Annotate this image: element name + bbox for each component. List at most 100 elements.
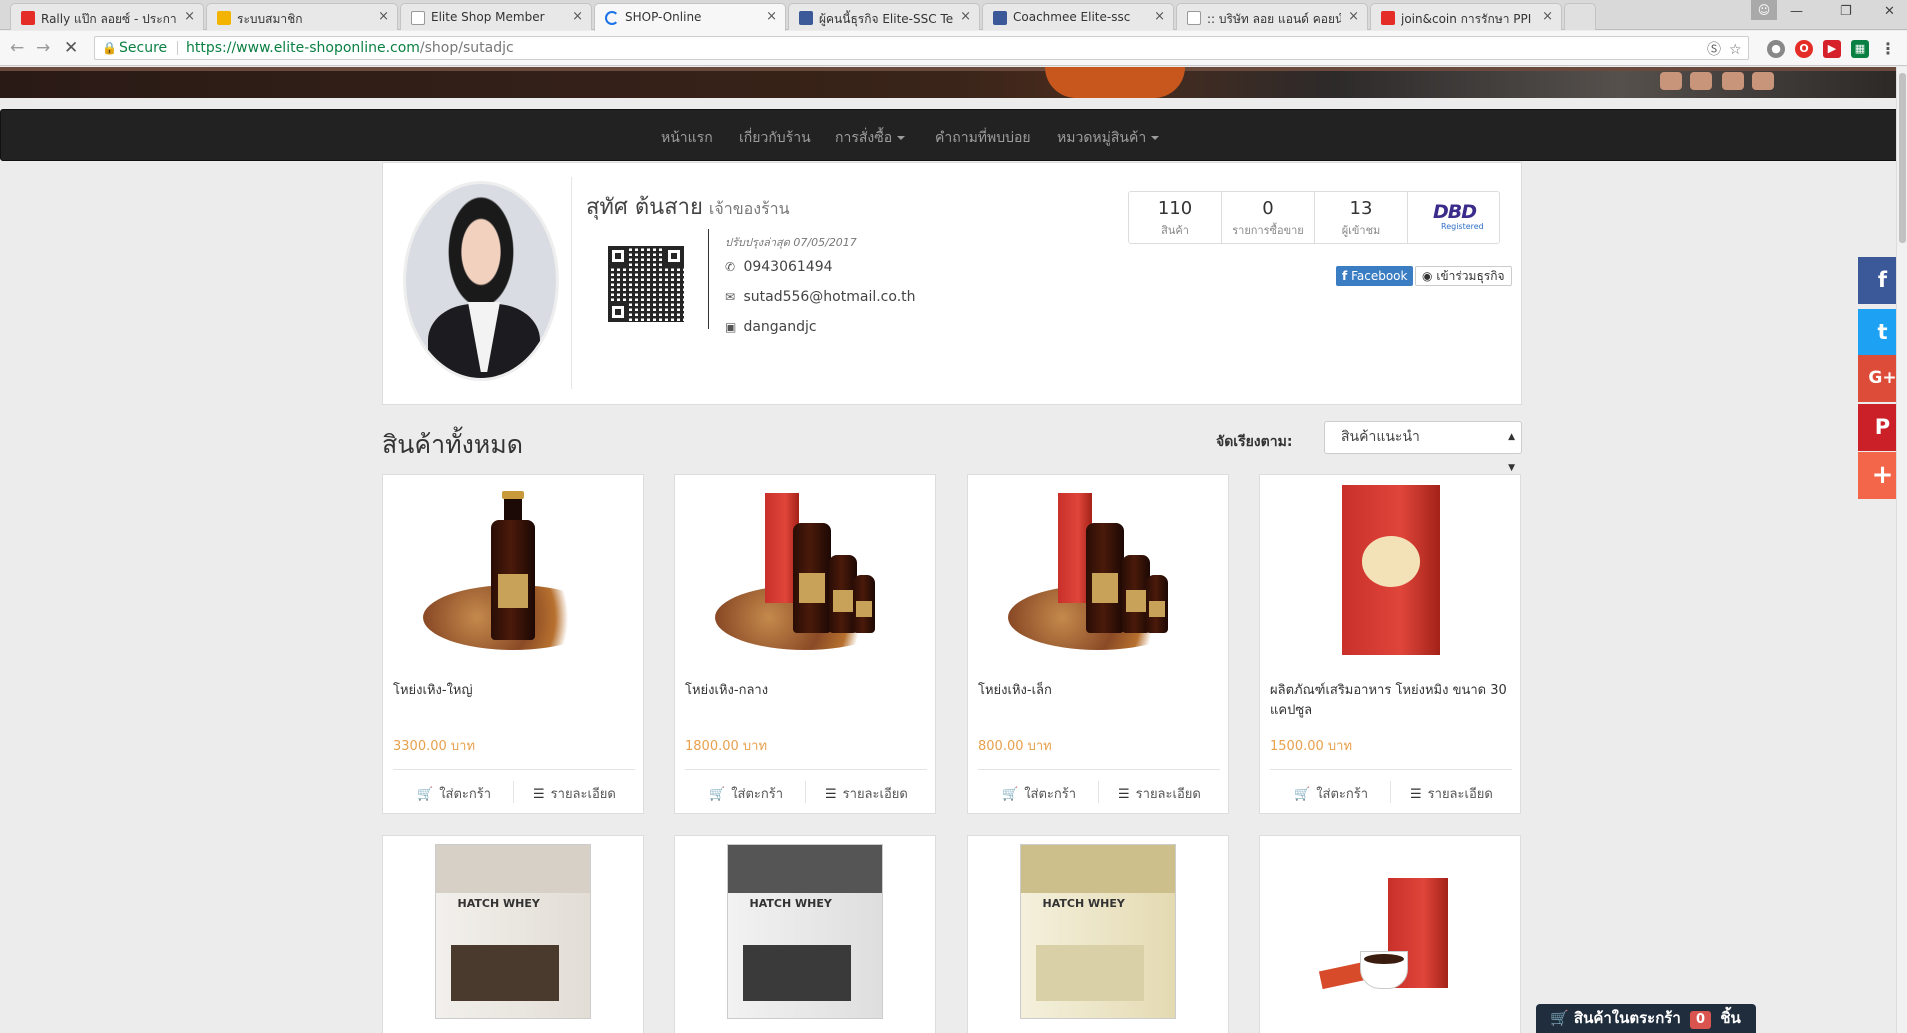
nav-ordering[interactable]: การสั่งซื้อ (835, 127, 906, 149)
nav-categories[interactable]: หมวดหมู่สินค้า (1057, 127, 1160, 149)
details-button[interactable]: ☰ รายละเอียด (533, 783, 616, 804)
card-divider (685, 769, 927, 770)
facebook-icon: f (1342, 269, 1348, 283)
product-image[interactable]: HATCH WHEY (383, 836, 643, 1026)
qr-finder (664, 246, 684, 266)
close-icon[interactable]: × (766, 9, 777, 24)
nav-ordering-label: การสั่งซื้อ (835, 130, 893, 146)
product-card[interactable]: โหย่งเหิง-เล็ก 800.00 บาท 🛒 ใส่ตะกร้า ☰ รา… (967, 474, 1229, 814)
forward-icon[interactable]: → (36, 38, 50, 58)
product-card[interactable]: โหย่งเหิง-กลาง 1800.00 บาท 🛒 ใส่ตะกร้า ☰ ร… (674, 474, 936, 814)
browser-tab[interactable]: join&coin การรักษา PPI คือ × (1370, 3, 1562, 30)
product-image[interactable] (383, 475, 643, 665)
details-button[interactable]: ☰ รายละเอียด (825, 783, 908, 804)
product-card[interactable] (1259, 835, 1521, 1033)
nav-categories-label: หมวดหมู่สินค้า (1057, 130, 1147, 146)
owner-name: สุทัศ ต้นสาย เจ้าของร้าน (586, 189, 790, 224)
join-business-button[interactable]: ◉ เข้าร่วมธุรกิจ (1415, 266, 1512, 286)
product-card[interactable]: HATCH WHEY (967, 835, 1229, 1033)
close-icon[interactable]: × (1154, 9, 1165, 24)
close-icon[interactable]: × (184, 9, 195, 24)
product-name[interactable]: โหย่งเหิง-ใหญ่ (393, 681, 635, 701)
url-input[interactable]: 🔒 Secure https://www.elite-shoponline.co… (94, 36, 1749, 60)
nav-about[interactable]: เกี่ยวกับร้าน (739, 127, 811, 149)
add-to-cart-button[interactable]: 🛒 ใส่ตะกร้า (417, 783, 491, 804)
product-card[interactable]: ผลิตภัณฑ์เสริมอาหาร โหย่งหมิง ขนาด 30 แค… (1259, 474, 1521, 814)
floating-cart[interactable]: 🛒 สินค้าในตระกร้า 0 ชิ้น (1536, 1004, 1756, 1033)
close-icon[interactable]: × (1348, 9, 1359, 24)
close-icon[interactable]: × (960, 9, 971, 24)
product-name[interactable]: โหย่งเหิง-กลาง (685, 681, 927, 701)
product-image[interactable]: HATCH WHEY (968, 836, 1228, 1026)
translate-icon[interactable]: Ⓢ (1707, 39, 1721, 61)
nav-faq[interactable]: คำถามที่พบบ่อย (935, 127, 1031, 149)
product-art-box: HATCH WHEY (435, 844, 591, 1019)
profile-icon[interactable]: ☺ (1751, 0, 1777, 20)
product-name[interactable]: ผลิตภัณฑ์เสริมอาหาร โหย่งหมิง ขนาด 30 แค… (1270, 681, 1512, 721)
owner-role: เจ้าของร้าน (708, 199, 790, 218)
page-icon (411, 11, 425, 25)
stop-icon[interactable]: ✕ (64, 38, 78, 58)
section-title: สินค้าทั้งหมด (382, 430, 523, 459)
product-name[interactable]: โหย่งเหิง-เล็ก (978, 681, 1220, 701)
box-top (728, 845, 882, 894)
window-close-icon[interactable]: ✕ (1884, 4, 1895, 19)
facebook-button[interactable]: f Facebook (1336, 266, 1414, 286)
back-icon[interactable]: ← (10, 38, 24, 58)
new-tab-button[interactable] (1564, 3, 1596, 30)
banner-product-art (1660, 72, 1682, 90)
product-card[interactable]: โหย่งเหิง-ใหญ่ 3300.00 บาท 🛒 ใส่ตะกร้า ☰ ร… (382, 474, 644, 814)
details-button[interactable]: ☰ รายละเอียด (1118, 783, 1201, 804)
browser-tab[interactable]: ผู้คนนี้ธุรกิจ Elite-SSC Team × (788, 3, 980, 30)
product-image[interactable] (1260, 475, 1520, 665)
contact-phone: ✆ 0943061494 (725, 259, 833, 275)
product-image[interactable] (968, 475, 1228, 665)
nav-home[interactable]: หน้าแรก (661, 127, 713, 149)
browser-tab[interactable]: Coachmee Elite-ssc × (982, 3, 1174, 30)
tab-label: ผู้คนนี้ธุรกิจ Elite-SSC Team (819, 12, 953, 26)
add-to-cart-button[interactable]: 🛒 ใส่ตะกร้า (1002, 783, 1076, 804)
details-label: รายละเอียด (1135, 787, 1201, 802)
email-address[interactable]: sutad556@hotmail.co.th (743, 289, 915, 305)
product-price: 1500.00 บาท (1270, 739, 1353, 754)
browser-tab[interactable]: :: บริษัท ลอย แอนด์ คอยน์ ดอ × (1176, 3, 1368, 30)
product-card[interactable]: HATCH WHEY (674, 835, 936, 1033)
close-icon[interactable]: × (378, 9, 389, 24)
product-image[interactable]: HATCH WHEY (675, 836, 935, 1026)
browser-tab[interactable]: ระบบสมาชิก × (206, 3, 398, 30)
dbd-logo: DBD (1432, 201, 1477, 223)
add-to-cart-button[interactable]: 🛒 ใส่ตะกร้า (1294, 783, 1368, 804)
minimize-icon[interactable]: — (1790, 4, 1803, 19)
divider (571, 177, 572, 389)
button-divider (1098, 781, 1099, 803)
opera-icon[interactable]: O (1795, 40, 1813, 58)
add-to-cart-label: ใส่ตะกร้า (439, 787, 492, 802)
browser-tab-active[interactable]: SHOP-Online × (594, 3, 786, 31)
bookmark-star-icon[interactable]: ☆ (1729, 39, 1742, 61)
product-image[interactable] (675, 475, 935, 665)
grid-extension-icon[interactable]: ▦ (1851, 40, 1869, 58)
details-button[interactable]: ☰ รายละเอียด (1410, 783, 1493, 804)
scrollbar-thumb[interactable] (1899, 73, 1906, 243)
sort-select[interactable]: สินค้าแนะนำ ▲ ▼ (1324, 421, 1522, 473)
avatar (403, 181, 559, 381)
browser-tab[interactable]: Elite Shop Member × (400, 3, 592, 30)
close-icon[interactable]: × (572, 9, 583, 24)
add-to-cart-button[interactable]: 🛒 ใส่ตะกร้า (709, 783, 783, 804)
url-text: https://www.elite-shoponline.com/shop/su… (186, 37, 514, 59)
tab-label: Elite Shop Member (431, 10, 545, 24)
page-scrollbar[interactable] (1896, 67, 1907, 1033)
product-card[interactable]: HATCH WHEY (382, 835, 644, 1033)
product-image[interactable] (1260, 836, 1520, 1026)
list-icon: ☰ (1118, 787, 1130, 802)
list-icon: ☰ (1410, 787, 1422, 802)
menu-icon[interactable]: ⋮ (1879, 40, 1897, 58)
dbd-registered-badge[interactable]: DBD Registered (1408, 192, 1501, 243)
restore-icon[interactable]: ❐ (1840, 4, 1852, 19)
browser-tab[interactable]: Rally แป๊ก ลอยซ์ - ประกาศฯ × (10, 3, 204, 30)
banner-product-art (1690, 72, 1712, 90)
extension-icon[interactable]: ● (1767, 40, 1785, 58)
video-downloader-icon[interactable]: ▶ (1823, 40, 1841, 58)
close-icon[interactable]: × (1542, 9, 1553, 24)
bottle-label (833, 590, 853, 612)
